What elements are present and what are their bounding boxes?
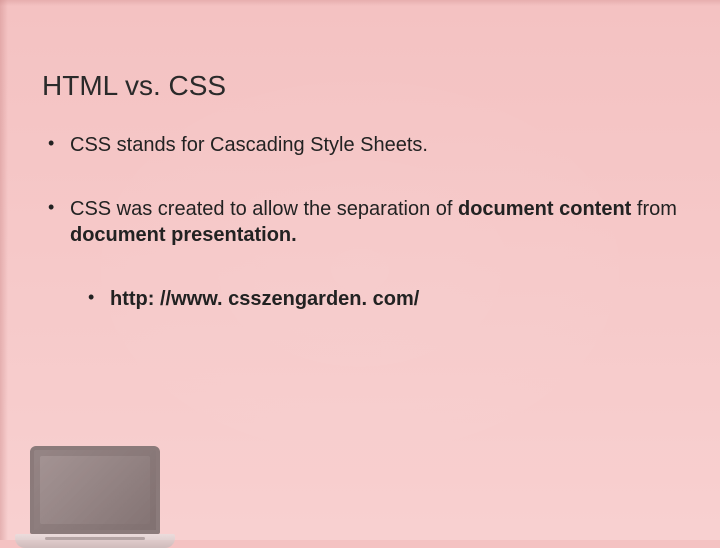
bullet-text-2c: from xyxy=(631,198,677,220)
laptop-icon xyxy=(30,446,175,548)
bullet-text-2b: document content xyxy=(458,198,631,220)
laptop-screen xyxy=(30,446,160,534)
sub-bullet-list: http: //www. csszengarden. com/ xyxy=(70,286,678,312)
bullet-item-2: CSS was created to allow the separation … xyxy=(42,196,678,312)
bullet-text-2d: document presentation. xyxy=(70,224,297,246)
sub-bullet-text-1: http: //www. csszengarden. com/ xyxy=(110,288,419,310)
bullet-list: CSS stands for Cascading Style Sheets. C… xyxy=(42,132,678,312)
sub-bullet-item-1: http: //www. csszengarden. com/ xyxy=(70,286,678,312)
slide-content: HTML vs. CSS CSS stands for Cascading St… xyxy=(0,0,720,312)
bullet-item-1: CSS stands for Cascading Style Sheets. xyxy=(42,132,678,158)
bullet-text-2a: CSS was created to allow the separation … xyxy=(70,198,458,220)
slide-title: HTML vs. CSS xyxy=(42,70,678,102)
bullet-text-1: CSS stands for Cascading Style Sheets. xyxy=(70,134,428,156)
laptop-base xyxy=(15,534,175,548)
